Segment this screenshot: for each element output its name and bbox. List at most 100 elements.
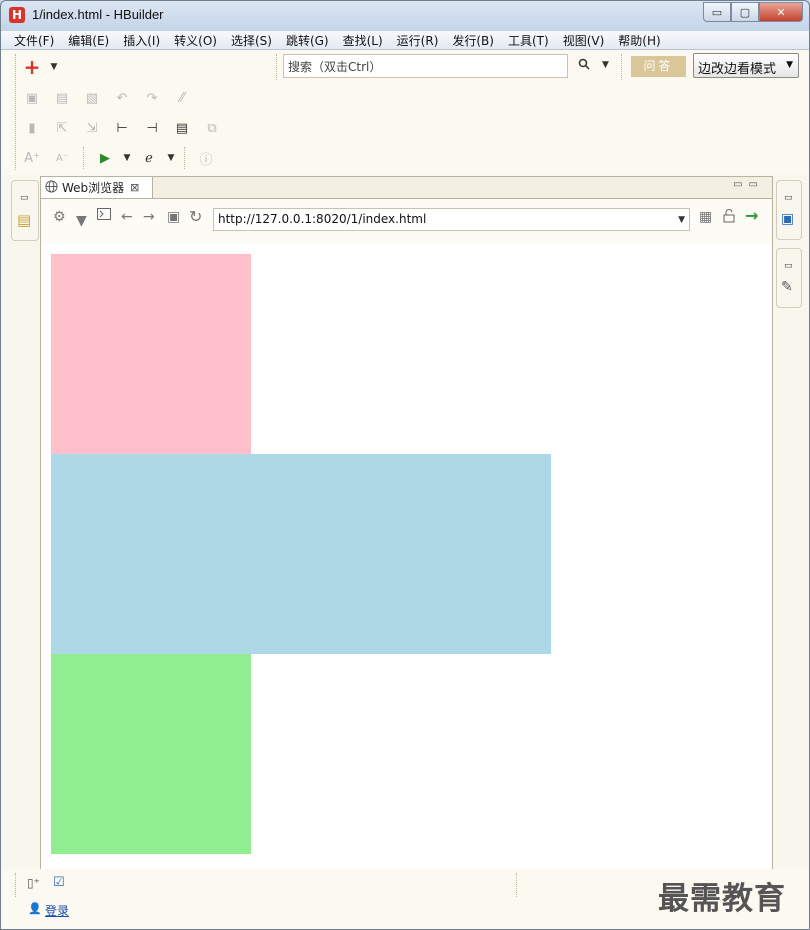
chevron-down-icon: ▼ xyxy=(167,153,175,163)
lightblue-box xyxy=(51,454,551,654)
minimize-panel-icon[interactable]: ▭ xyxy=(733,179,748,190)
restore-icon[interactable]: ▭ xyxy=(784,261,793,271)
redo-icon: ↷ xyxy=(146,90,158,106)
search-dropdown-icon[interactable]: ▼ xyxy=(602,60,609,70)
search-input[interactable]: 搜索（双击Ctrl） xyxy=(283,54,568,78)
menu-run[interactable]: 运行(R) xyxy=(390,32,446,49)
lock-icon[interactable] xyxy=(723,209,735,227)
undo-button[interactable]: ↶ xyxy=(107,87,137,109)
bottom-bar: ▯⁺ ☑ 👤 登录 最需教育 xyxy=(1,869,809,929)
web-browser-panel: Web浏览器 ⊠ ▭▭ ⚙ ▼ ← → ▣ ↻ http://127.0.0.1… xyxy=(40,176,773,870)
info-icon: ⓘ xyxy=(199,152,213,168)
chevron-down-icon[interactable]: ▼ xyxy=(76,213,87,229)
toolbar-divider-2 xyxy=(621,54,622,80)
menu-bar: 文件(F) 编辑(E) 插入(I) 转义(O) 选择(S) 跳转(G) 查找(L… xyxy=(1,31,809,50)
copy-button[interactable]: ⧉ xyxy=(197,117,227,139)
save-button[interactable]: ▣ xyxy=(17,87,47,109)
plus-icon: + xyxy=(23,55,41,79)
maximize-button[interactable]: ▢ xyxy=(731,2,759,22)
new-file-button[interactable]: + xyxy=(17,55,47,79)
url-field[interactable]: http://127.0.0.1:8020/1/index.html ▼ xyxy=(213,208,690,231)
restore-icon[interactable]: ▭ xyxy=(20,193,29,203)
outdent-button[interactable]: ⊣ xyxy=(137,117,167,139)
preview-mode-select[interactable]: 边改边看模式 ▼ xyxy=(693,53,799,78)
monitor-icon[interactable]: ▣ xyxy=(781,211,794,227)
url-text: http://127.0.0.1:8020/1/index.html xyxy=(218,212,427,226)
ask-button[interactable]: 问答 xyxy=(631,56,686,77)
tab-label: Web浏览器 xyxy=(62,181,125,195)
browser-select-dropdown[interactable]: ▼ xyxy=(164,147,178,169)
preview-mode-label: 边改边看模式 xyxy=(698,62,777,77)
go-arrow-icon[interactable]: → xyxy=(745,206,758,225)
back-arrow-icon[interactable]: ← xyxy=(121,209,133,225)
restore-icon[interactable]: ▭ xyxy=(749,179,764,190)
format-button[interactable]: ⁄⁄ xyxy=(167,87,197,109)
menu-help[interactable]: 帮助(H) xyxy=(611,32,667,49)
menu-select[interactable]: 选择(S) xyxy=(224,32,279,49)
menu-file[interactable]: 文件(F) xyxy=(7,32,61,49)
refresh-icon[interactable]: ↻ xyxy=(189,207,202,226)
bottom-divider xyxy=(516,873,517,897)
bookmark-button[interactable]: ▮ xyxy=(17,117,47,139)
menu-edit[interactable]: 编辑(E) xyxy=(61,32,116,49)
chevron-down-icon: ▼ xyxy=(50,62,58,72)
new-file-dropdown[interactable]: ▼ xyxy=(47,56,61,78)
chevron-down-icon: ▼ xyxy=(786,60,793,70)
tab-strip: Web浏览器 ⊠ ▭▭ xyxy=(41,177,772,199)
open-file-icon: ⇱ xyxy=(56,120,68,136)
save-as-button[interactable]: ▧ xyxy=(77,87,107,109)
open-file-button[interactable]: ⇱ xyxy=(47,117,77,139)
page-viewport xyxy=(41,237,772,869)
toolbar-row-1: + ▼ xyxy=(17,54,61,80)
run-dropdown[interactable]: ▼ xyxy=(120,147,134,169)
globe-icon xyxy=(45,179,58,196)
qr-code-icon[interactable]: ▦ xyxy=(699,209,712,225)
toolbar-area: + ▼ 搜索（双击Ctrl） ▼ 问答 边改边看模式 ▼ ▣ ▤ ▧ ↶ ↷ ⁄… xyxy=(1,50,809,175)
restore-icon[interactable]: ▭ xyxy=(784,193,793,203)
gear-icon[interactable]: ⚙ xyxy=(53,209,66,225)
run-browser-button[interactable]: ▶ xyxy=(90,147,120,169)
forward-arrow-icon[interactable]: → xyxy=(143,209,155,225)
comment-button[interactable]: ▤ xyxy=(167,117,197,139)
stop-icon[interactable]: ▣ xyxy=(167,209,180,225)
menu-tools[interactable]: 工具(T) xyxy=(501,32,556,49)
hbuilder-logo-icon: H xyxy=(9,7,25,23)
menu-escape[interactable]: 转义(O) xyxy=(167,32,224,49)
export-button[interactable]: ⇲ xyxy=(77,117,107,139)
right-panel-bottom: ▭ ✎ xyxy=(776,248,802,308)
login-link[interactable]: 登录 xyxy=(45,902,69,919)
close-button[interactable]: ✕ xyxy=(759,2,803,22)
info-button[interactable]: ⓘ xyxy=(191,147,221,169)
redo-button[interactable]: ↷ xyxy=(137,87,167,109)
browser-select-button[interactable]: ℯ xyxy=(134,147,164,169)
pink-box xyxy=(51,254,251,454)
menu-view[interactable]: 视图(V) xyxy=(556,32,612,49)
tab-web-browser[interactable]: Web浏览器 ⊠ xyxy=(41,177,153,198)
left-side-panel: ▭ ▤ xyxy=(11,180,39,241)
menu-publish[interactable]: 发行(B) xyxy=(445,32,501,49)
terminal-icon[interactable] xyxy=(97,208,111,224)
task-list-icon[interactable]: ☑ xyxy=(53,875,65,890)
menu-find[interactable]: 查找(L) xyxy=(336,32,390,49)
indent-button[interactable]: ⊢ xyxy=(107,117,137,139)
undo-icon: ↶ xyxy=(116,90,128,106)
close-icon[interactable]: ⊠ xyxy=(130,181,139,194)
search-icon[interactable] xyxy=(578,58,590,73)
project-folder-icon[interactable]: ▤ xyxy=(17,211,31,229)
browser-nav-bar: ⚙ ▼ ← → ▣ ↻ http://127.0.0.1:8020/1/inde… xyxy=(41,199,772,237)
save-all-icon: ▤ xyxy=(55,90,69,106)
minimize-button[interactable]: ▭ xyxy=(703,2,731,22)
save-icon: ▣ xyxy=(25,90,39,106)
toolbar-divider xyxy=(276,54,277,80)
menu-insert[interactable]: 插入(I) xyxy=(116,32,167,49)
menu-goto[interactable]: 跳转(G) xyxy=(279,32,336,49)
new-project-icon[interactable]: ▯⁺ xyxy=(27,876,40,890)
font-increase-button[interactable]: A⁺ xyxy=(17,147,47,169)
maximize-icon: ▢ xyxy=(739,5,751,19)
chevron-down-icon[interactable]: ▼ xyxy=(678,215,685,225)
copy-icon: ⧉ xyxy=(207,120,217,136)
toolbar-separator xyxy=(184,147,185,169)
save-all-button[interactable]: ▤ xyxy=(47,87,77,109)
edit-note-icon[interactable]: ✎ xyxy=(781,279,793,295)
font-decrease-button[interactable]: A⁻ xyxy=(47,147,77,169)
